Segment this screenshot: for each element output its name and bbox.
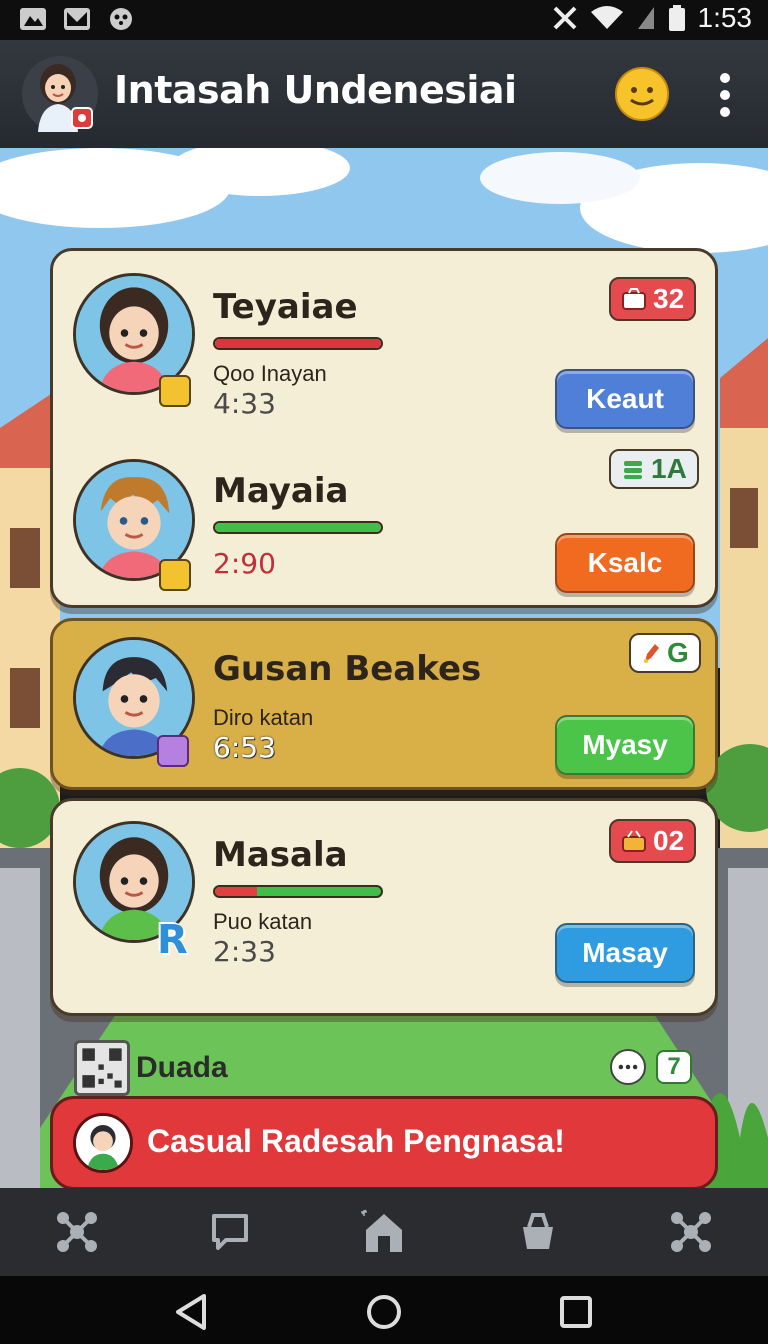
player-subtitle: Diro katan xyxy=(213,705,314,730)
score-badge: 32 xyxy=(609,277,697,321)
promo-banner[interactable]: Casual Radesah Pengnasa! xyxy=(50,1096,718,1190)
health-bar-fill xyxy=(215,339,381,348)
health-bar-fill xyxy=(215,523,381,532)
player-row-4[interactable]: R Masala Puo katan 2:33 02 Masay xyxy=(53,801,721,1019)
molecule-icon xyxy=(671,1212,712,1252)
wifi-icon xyxy=(590,6,623,29)
player-time: 4:33 xyxy=(213,387,276,420)
player-time: 2:33 xyxy=(213,935,276,968)
home-circle-icon[interactable] xyxy=(364,1292,404,1332)
player-name: Teyaiae xyxy=(213,287,358,327)
network-icon xyxy=(56,1212,97,1252)
item-badge-icon xyxy=(157,735,189,767)
bag-icon xyxy=(622,288,646,310)
health-bar xyxy=(213,521,383,534)
player-action-button[interactable]: Myasy xyxy=(555,715,695,775)
basket-icon xyxy=(622,830,646,852)
shopping-bag-icon xyxy=(522,1213,553,1249)
health-bar-fill xyxy=(215,887,257,896)
item-badge-icon xyxy=(159,375,191,407)
player-row-2[interactable]: Mayaia 2:90 1A Ksalc xyxy=(53,431,721,611)
app-title: Intasah Undenesiai xyxy=(114,68,517,112)
player-name: Gusan Beakes xyxy=(213,649,482,689)
health-bar xyxy=(213,337,383,350)
score-badge: 1A xyxy=(609,449,699,489)
duada-label: Duada xyxy=(136,1051,228,1084)
player-action-button[interactable]: Ksalc xyxy=(555,533,695,593)
emoji-button-icon[interactable] xyxy=(614,66,670,122)
stack-icon xyxy=(624,461,642,479)
banner-text: Casual Radesah Pengnasa! xyxy=(147,1123,565,1159)
bottom-nav xyxy=(0,1188,768,1276)
player-subtitle: Puo katan xyxy=(213,909,313,934)
player-action-button[interactable]: Masay xyxy=(555,923,695,983)
system-navigation-bar xyxy=(0,1276,768,1344)
nav-friends[interactable] xyxy=(47,1202,107,1262)
player-name: Masala xyxy=(213,835,348,875)
home-icon xyxy=(360,1209,402,1252)
status-bar: 1:53 xyxy=(0,0,768,40)
item-badge-icon xyxy=(159,559,191,591)
player-row-3[interactable]: Gusan Beakes Diro katan 6:53 G Myasy xyxy=(53,621,721,793)
chat-icon xyxy=(212,1214,249,1250)
count-badge[interactable]: 7 xyxy=(656,1050,692,1084)
score-badge-value: 02 xyxy=(653,825,685,856)
photo-notification-icon xyxy=(20,8,46,30)
nav-settings[interactable] xyxy=(661,1202,721,1262)
recents-icon[interactable] xyxy=(556,1292,596,1332)
player-name: Mayaia xyxy=(213,471,349,511)
player-subtitle: Qoo Inayan xyxy=(213,361,327,386)
duada-row[interactable]: Duada xyxy=(74,1040,228,1096)
player-panel-highlighted: Gusan Beakes Diro katan 6:53 G Myasy xyxy=(50,618,718,790)
player-panel-top: Teyaiae Qoo Inayan 4:33 32 Keaut Mayaia … xyxy=(50,248,718,608)
nfc-icon xyxy=(553,6,576,30)
overflow-menu-icon[interactable] xyxy=(712,70,738,120)
battery-icon xyxy=(668,5,685,31)
player-action-button[interactable]: Keaut xyxy=(555,369,695,429)
player-panel-bottom: R Masala Puo katan 2:33 02 Masay xyxy=(50,798,718,1016)
app-bar: Intasah Undenesiai xyxy=(0,40,768,148)
score-badge: 02 xyxy=(609,819,697,863)
player-time: 6:53 xyxy=(213,731,276,764)
score-badge: G xyxy=(629,633,701,673)
mail-notification-icon xyxy=(64,8,90,30)
health-bar xyxy=(213,885,383,898)
score-badge-value: 32 xyxy=(653,283,685,314)
score-badge-value: G xyxy=(667,637,689,668)
rank-letter-icon: R xyxy=(157,917,188,963)
nav-home[interactable] xyxy=(354,1202,414,1262)
signal-icon xyxy=(637,7,654,29)
qr-code-icon[interactable] xyxy=(74,1040,130,1096)
nav-shop[interactable] xyxy=(508,1202,568,1262)
character-icon xyxy=(73,1113,133,1173)
clock: 1:53 xyxy=(697,2,753,33)
nav-chat[interactable] xyxy=(200,1202,260,1262)
more-options-icon[interactable] xyxy=(610,1049,646,1085)
back-icon[interactable] xyxy=(172,1292,212,1332)
profile-avatar[interactable] xyxy=(20,54,100,134)
player-time: 2:90 xyxy=(213,547,276,580)
pencil-icon xyxy=(644,644,659,663)
score-badge-value: 1A xyxy=(651,453,687,484)
player-row-1[interactable]: Teyaiae Qoo Inayan 4:33 32 Keaut xyxy=(53,251,721,431)
game-notification-icon xyxy=(110,8,132,30)
